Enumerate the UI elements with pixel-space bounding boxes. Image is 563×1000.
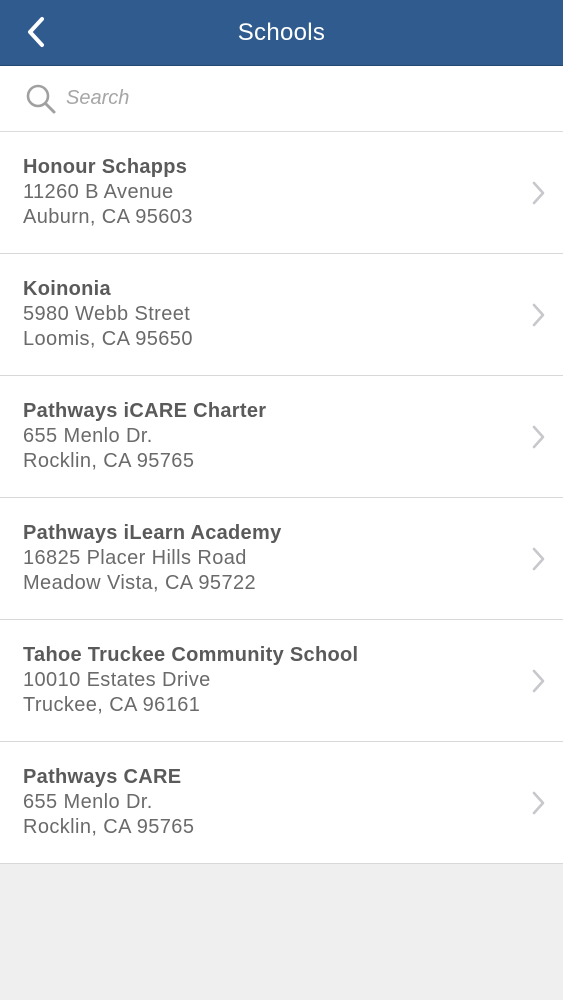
school-info: Tahoe Truckee Community School 10010 Est… bbox=[23, 642, 358, 718]
school-address-line1: 10010 Estates Drive bbox=[23, 669, 211, 691]
chevron-right-icon bbox=[532, 791, 545, 814]
chevron-right-icon bbox=[532, 181, 545, 204]
school-address-line1: 5980 Webb Street bbox=[23, 303, 191, 325]
school-name: Koinonia bbox=[23, 278, 111, 300]
school-address-line1: 11260 B Avenue bbox=[23, 181, 174, 203]
school-info: Koinonia 5980 Webb Street Loomis, CA 956… bbox=[23, 276, 193, 352]
school-address-line2: Meadow Vista, CA 95722 bbox=[23, 572, 257, 594]
school-list: Honour Schapps 11260 B Avenue Auburn, CA… bbox=[0, 132, 563, 864]
search-bar bbox=[0, 66, 563, 132]
back-chevron-icon bbox=[28, 17, 44, 47]
page-title: Schools bbox=[237, 18, 326, 46]
school-address-line2: Auburn, CA 95603 bbox=[23, 206, 193, 228]
school-name: Tahoe Truckee Community School bbox=[23, 644, 359, 666]
school-row[interactable]: Tahoe Truckee Community School 10010 Est… bbox=[0, 620, 563, 742]
school-name: Pathways iCARE Charter bbox=[23, 400, 267, 422]
school-name: Pathways CARE bbox=[23, 766, 182, 788]
app-root: Schools Honour Schapps 11260 B Avenue Au… bbox=[0, 0, 563, 1000]
school-row[interactable]: Honour Schapps 11260 B Avenue Auburn, CA… bbox=[0, 132, 563, 254]
school-name: Pathways iLearn Academy bbox=[23, 522, 282, 544]
school-info: Pathways iLearn Academy 16825 Placer Hil… bbox=[23, 520, 282, 596]
chevron-right-icon bbox=[532, 425, 545, 448]
school-address-line2: Loomis, CA 95650 bbox=[23, 328, 193, 350]
school-row[interactable]: Pathways iLearn Academy 16825 Placer Hil… bbox=[0, 498, 563, 620]
school-address-line2: Rocklin, CA 95765 bbox=[23, 450, 195, 472]
school-address-line2: Truckee, CA 96161 bbox=[23, 694, 201, 716]
school-info: Pathways iCARE Charter 655 Menlo Dr. Roc… bbox=[23, 398, 266, 474]
school-address-line1: 16825 Placer Hills Road bbox=[23, 547, 247, 569]
school-address-line2: Rocklin, CA 95765 bbox=[23, 816, 195, 838]
school-row[interactable]: Koinonia 5980 Webb Street Loomis, CA 956… bbox=[0, 254, 563, 376]
chevron-right-icon bbox=[532, 547, 545, 570]
school-info: Pathways CARE 655 Menlo Dr. Rocklin, CA … bbox=[23, 764, 194, 840]
navigation-bar: Schools bbox=[0, 0, 563, 66]
school-address-line1: 655 Menlo Dr. bbox=[23, 791, 153, 813]
back-button[interactable] bbox=[16, 12, 56, 52]
school-row[interactable]: Pathways CARE 655 Menlo Dr. Rocklin, CA … bbox=[0, 742, 563, 864]
school-name: Honour Schapps bbox=[23, 156, 188, 178]
school-address-line1: 655 Menlo Dr. bbox=[23, 425, 153, 447]
chevron-right-icon bbox=[532, 669, 545, 692]
school-info: Honour Schapps 11260 B Avenue Auburn, CA… bbox=[23, 154, 193, 230]
search-input[interactable] bbox=[66, 78, 506, 119]
search-icon bbox=[25, 83, 57, 115]
school-row[interactable]: Pathways iCARE Charter 655 Menlo Dr. Roc… bbox=[0, 376, 563, 498]
chevron-right-icon bbox=[532, 303, 545, 326]
